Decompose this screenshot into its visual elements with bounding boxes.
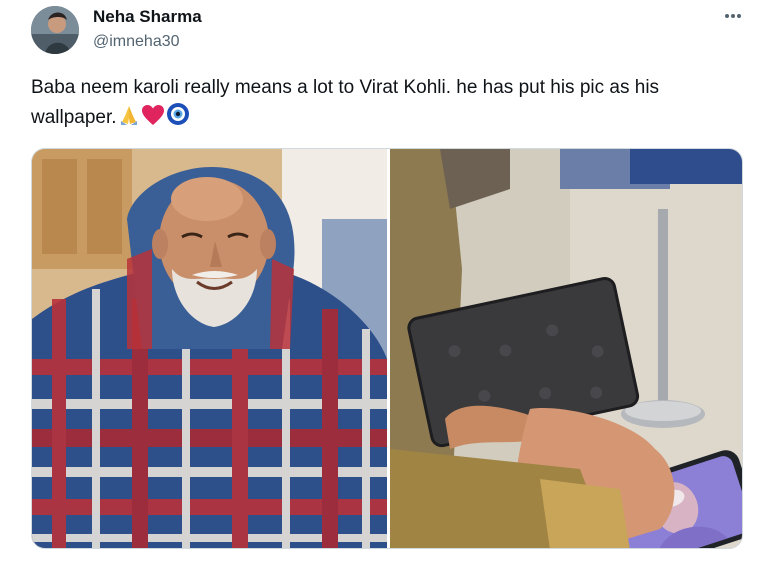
media-image-right[interactable]: [390, 149, 742, 548]
tweet-text: Baba neem karoli really means a lot to V…: [31, 73, 741, 132]
author-handle[interactable]: @imneha30: [93, 33, 180, 51]
folded-hands-icon: [118, 104, 140, 126]
tweet-media[interactable]: [31, 148, 743, 549]
media-image-left[interactable]: [32, 149, 387, 548]
avatar[interactable]: [31, 6, 79, 54]
more-icon: [725, 14, 741, 18]
tweet-card[interactable]: Neha Sharma @imneha30 Baba neem karoli r…: [0, 0, 763, 578]
nazar-amulet-icon: [166, 102, 190, 126]
author-name[interactable]: Neha Sharma: [93, 7, 202, 27]
red-heart-icon: [141, 104, 165, 126]
more-options-button[interactable]: [719, 4, 747, 28]
